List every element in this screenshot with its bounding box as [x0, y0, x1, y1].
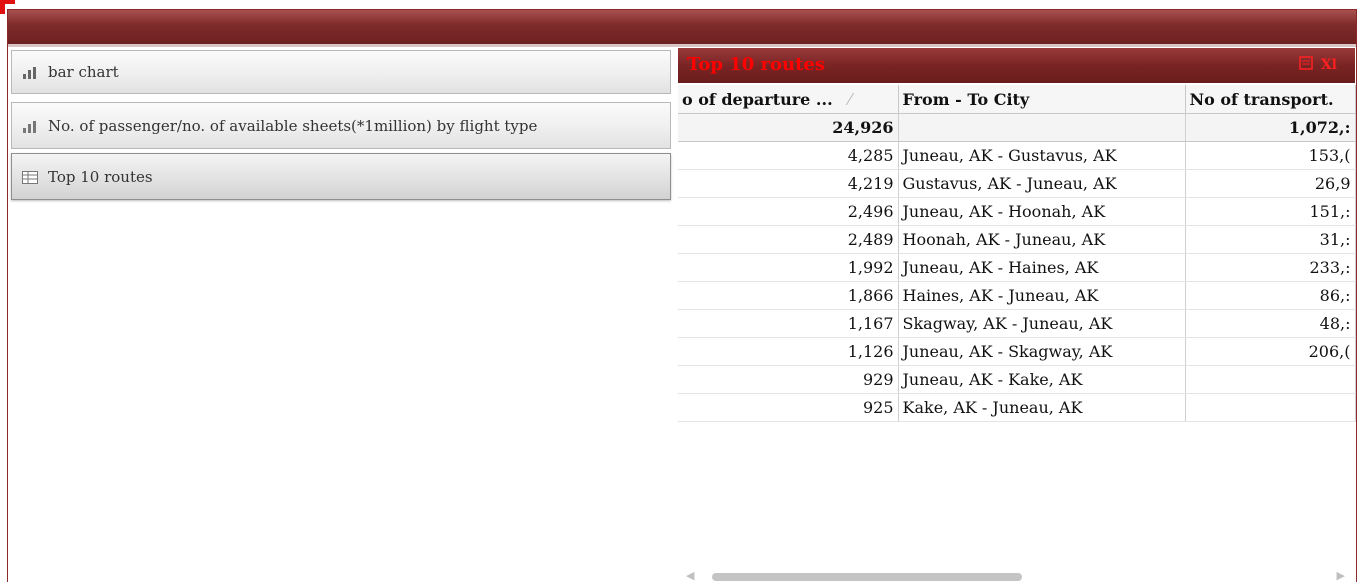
total-transport: 1,072,: [1185, 113, 1356, 142]
table-row[interactable]: 1,866 Haines, AK - Juneau, AK 86,: [678, 281, 1356, 310]
cell-departures: 1,866 [678, 281, 899, 310]
sidebar-item-label: Top 10 routes [48, 167, 153, 186]
dashboard-window: bar chart No. of passenger/no. of availa… [7, 9, 1357, 582]
cell-transport [1185, 393, 1356, 422]
table-row[interactable]: 2,496 Juneau, AK - Hoonah, AK 151,: [678, 197, 1356, 226]
table-header-row: o of departure ... ⁄ From - To City No of… [678, 85, 1356, 114]
cell-route: Juneau, AK - Hoonah, AK [898, 197, 1186, 226]
cell-route: Skagway, AK - Juneau, AK [898, 309, 1186, 338]
table-row[interactable]: 2,489 Hoonah, AK - Juneau, AK 31,: [678, 225, 1356, 254]
table-row[interactable]: 4,219 Gustavus, AK - Juneau, AK 26,9 [678, 169, 1356, 198]
cell-route: Juneau, AK - Kake, AK [898, 365, 1186, 394]
cell-transport: 26,9 [1185, 169, 1356, 198]
cell-departures: 925 [678, 393, 899, 422]
table-row[interactable]: 1,126 Juneau, AK - Skagway, AK 206,( [678, 337, 1356, 366]
total-departures: 24,926 [678, 113, 899, 142]
header-divider [8, 44, 1356, 47]
cell-departures: 1,167 [678, 309, 899, 338]
scroll-right-icon[interactable]: ▶ [1337, 569, 1345, 582]
table-row[interactable]: 925 Kake, AK - Juneau, AK [678, 393, 1356, 422]
panel-header: Top 10 routes Xl [678, 48, 1355, 83]
cell-transport: 153,( [1185, 141, 1356, 170]
top-routes-panel: Top 10 routes Xl o of departure ... ⁄ Fro… [678, 48, 1356, 583]
cell-route: Gustavus, AK - Juneau, AK [898, 169, 1186, 198]
cell-transport: 48,: [1185, 309, 1356, 338]
cell-route: Juneau, AK - Gustavus, AK [898, 141, 1186, 170]
total-route [898, 113, 1186, 142]
scroll-left-icon[interactable]: ◀ [686, 569, 694, 582]
cell-route: Juneau, AK - Skagway, AK [898, 337, 1186, 366]
cell-transport: 206,( [1185, 337, 1356, 366]
cell-transport [1185, 365, 1356, 394]
table-icon [22, 170, 42, 184]
column-header-departures[interactable]: o of departure ... ⁄ [678, 85, 899, 114]
bar-chart-icon [22, 119, 42, 133]
sidebar-item-passenger-chart[interactable]: No. of passenger/no. of available sheets… [11, 102, 671, 149]
cell-transport: 151,: [1185, 197, 1356, 226]
routes-table: o of departure ... ⁄ From - To City No of… [678, 85, 1356, 422]
cell-departures: 4,219 [678, 169, 899, 198]
cell-departures: 4,285 [678, 141, 899, 170]
corner-marker-top [0, 0, 15, 4]
sort-icon: ⁄ [848, 89, 852, 109]
cell-route: Kake, AK - Juneau, AK [898, 393, 1186, 422]
window-header-bar [8, 10, 1356, 44]
table-row[interactable]: 4,285 Juneau, AK - Gustavus, AK 153,( [678, 141, 1356, 170]
cell-departures: 929 [678, 365, 899, 394]
sidebar-item-top-10-routes[interactable]: Top 10 routes [11, 153, 671, 200]
scroll-thumb[interactable] [712, 573, 1022, 581]
cell-route: Hoonah, AK - Juneau, AK [898, 225, 1186, 254]
cell-departures: 1,992 [678, 253, 899, 282]
table-row[interactable]: 929 Juneau, AK - Kake, AK [678, 365, 1356, 394]
column-header-transport[interactable]: No of transport. [1185, 85, 1356, 114]
cell-transport: 86,: [1185, 281, 1356, 310]
cell-route: Haines, AK - Juneau, AK [898, 281, 1186, 310]
table-row[interactable]: 1,167 Skagway, AK - Juneau, AK 48,: [678, 309, 1356, 338]
bar-chart-icon [22, 65, 42, 79]
table-row[interactable]: 1,992 Juneau, AK - Haines, AK 233,: [678, 253, 1356, 282]
sidebar-item-bar-chart[interactable]: bar chart [11, 50, 671, 94]
cell-departures: 2,489 [678, 225, 899, 254]
cell-departures: 1,126 [678, 337, 899, 366]
excel-export-icon[interactable]: Xl [1321, 57, 1337, 73]
total-row: 24,926 1,072,: [678, 113, 1356, 142]
cell-transport: 31,: [1185, 225, 1356, 254]
sidebar-item-label: bar chart [48, 63, 119, 81]
horizontal-scrollbar[interactable]: ◀ ▶ [678, 569, 1355, 583]
sidebar-item-label: No. of passenger/no. of available sheets… [48, 116, 538, 135]
cell-route: Juneau, AK - Haines, AK [898, 253, 1186, 282]
panel-title: Top 10 routes [687, 54, 825, 75]
cell-departures: 2,496 [678, 197, 899, 226]
column-header-route[interactable]: From - To City [898, 85, 1186, 114]
cell-transport: 233,: [1185, 253, 1356, 282]
pdf-export-icon[interactable] [1299, 56, 1313, 74]
